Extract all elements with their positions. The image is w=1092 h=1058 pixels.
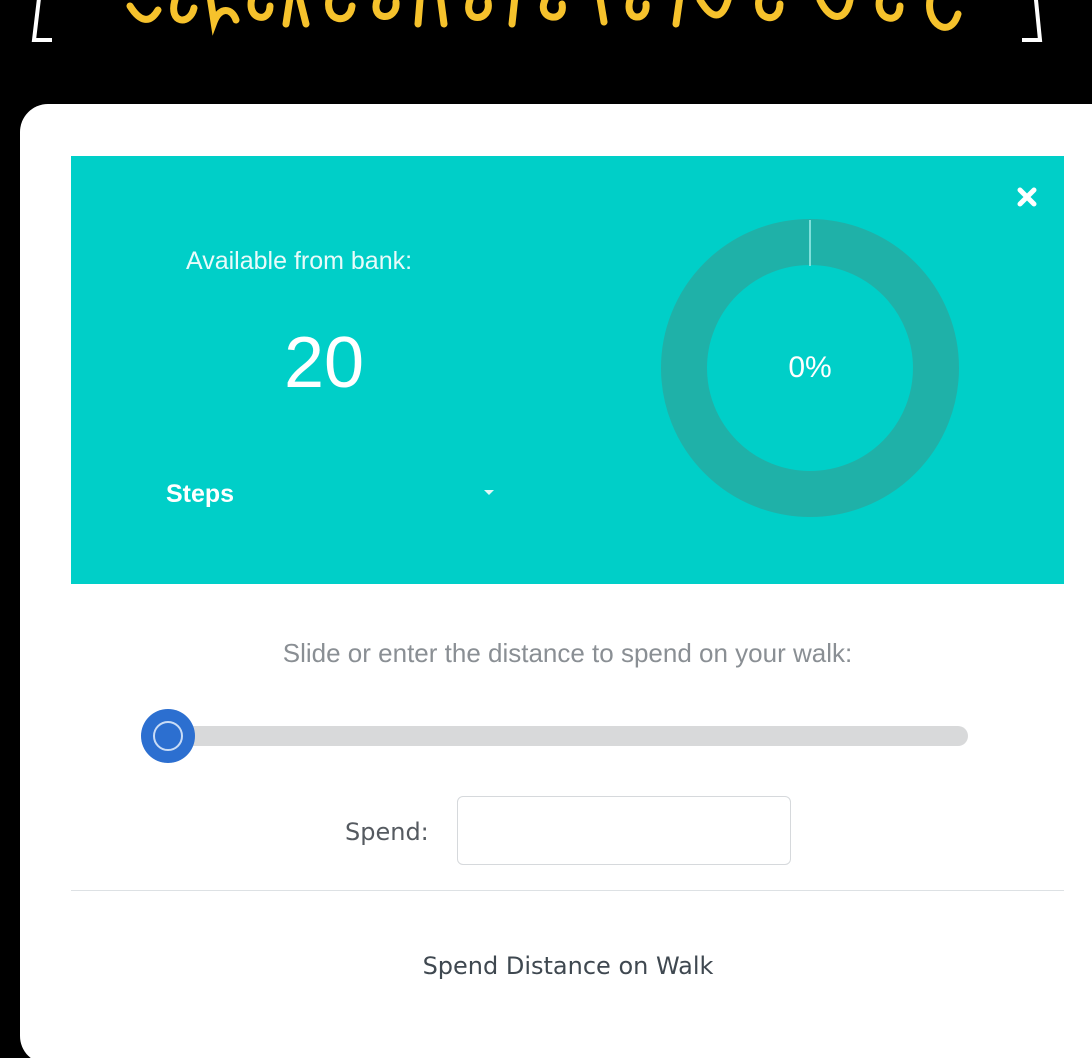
progress-percent-label: 0% (788, 351, 832, 384)
spend-label: Spend: (345, 818, 429, 846)
top-banner (0, 0, 1092, 104)
distance-slider-track[interactable] (164, 726, 968, 746)
close-icon (1017, 187, 1037, 207)
bank-label: Available from bank: (186, 247, 413, 275)
distance-slider-handle[interactable] (141, 709, 195, 763)
bank-value: 20 (284, 323, 365, 403)
unit-dropdown[interactable]: Steps (166, 472, 502, 516)
handwritten-banner-graphic (31, 0, 1043, 42)
close-button[interactable] (1010, 180, 1044, 214)
unit-selected-label: Steps (166, 479, 235, 508)
instruction-text: Slide or enter the distance to spend on … (282, 638, 853, 668)
spend-distance-button[interactable]: Spend Distance on Walk (342, 940, 794, 992)
footer-divider (71, 890, 1064, 891)
caret-down-icon (484, 490, 494, 495)
spend-input[interactable] (457, 796, 791, 865)
